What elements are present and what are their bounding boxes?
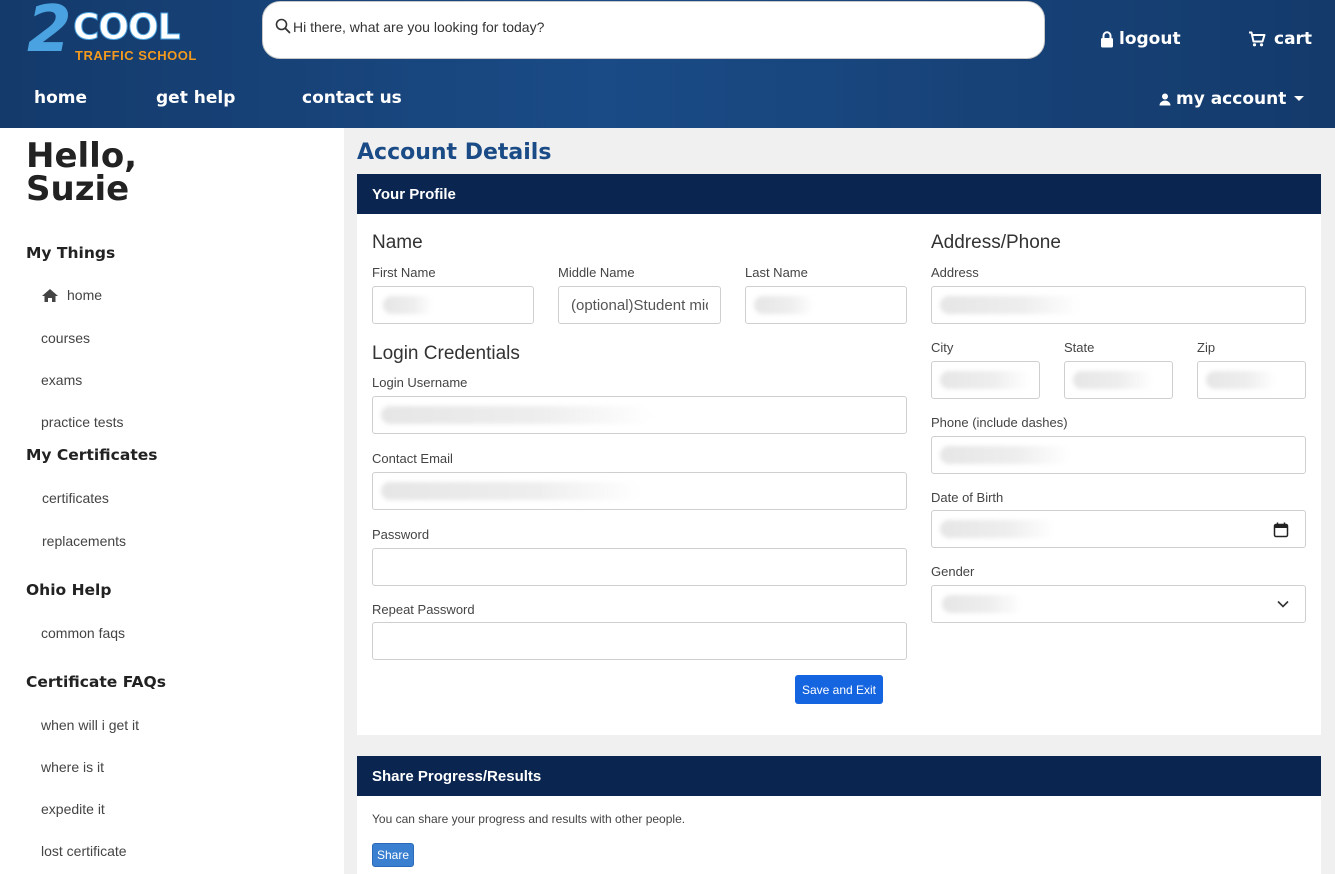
save-and-exit-button[interactable]: Save and Exit: [795, 675, 883, 704]
gender-label: Gender: [931, 564, 975, 579]
address-label: Address: [931, 265, 979, 280]
password-label: Password: [372, 527, 430, 542]
redacted-value: [942, 595, 1022, 613]
greeting: Hello, Suzie: [26, 139, 137, 209]
middle-name-field[interactable]: [558, 286, 721, 324]
dob-field[interactable]: [931, 510, 1306, 548]
name-section-title: Name: [372, 232, 423, 253]
sidebar-item-label: home: [67, 287, 103, 303]
logo-mark: 2: [27, 0, 72, 67]
first-name-field[interactable]: [372, 286, 534, 324]
middle-name-label: Middle Name: [558, 265, 635, 280]
logo-word: COOL: [73, 7, 182, 48]
state-label: State: [1064, 340, 1095, 355]
address-section-title: Address/Phone: [931, 232, 1061, 253]
cart-icon: [1249, 31, 1266, 47]
share-card-header: Share Progress/Results: [357, 756, 1321, 796]
middle-name-input[interactable]: [559, 287, 720, 323]
zip-label: Zip: [1197, 340, 1216, 355]
logo[interactable]: 2 COOL TRAFFIC SCHOOL: [27, 0, 202, 72]
last-name-label: Last Name: [745, 265, 808, 280]
redacted-value: [940, 520, 1055, 538]
search-input[interactable]: [293, 16, 993, 38]
caret-down-icon: [1294, 96, 1305, 101]
sidebar-item-practice-tests[interactable]: practice tests: [41, 414, 123, 430]
username-field[interactable]: [372, 396, 907, 434]
share-description: You can share your progress and results …: [372, 812, 686, 826]
nav-home[interactable]: home: [34, 88, 87, 108]
redacted-value: [940, 296, 1080, 314]
phone-field[interactable]: [931, 436, 1306, 474]
site-header: 2 COOL TRAFFIC SCHOOL logout cart home g…: [0, 0, 1335, 128]
login-section-title: Login Credentials: [372, 343, 520, 364]
dob-label: Date of Birth: [931, 490, 1004, 505]
my-account-menu[interactable]: my account: [1159, 88, 1305, 110]
state-field[interactable]: [1064, 361, 1173, 399]
sidebar-item-common-faqs[interactable]: common faqs: [41, 625, 125, 641]
sidebar-item-courses[interactable]: courses: [41, 330, 90, 346]
city-label: City: [931, 340, 954, 355]
sidebar-heading-my-things: My Things: [26, 244, 116, 262]
sidebar: Hello, Suzie My Things home courses exam…: [0, 128, 344, 874]
last-name-field[interactable]: [745, 286, 907, 324]
greeting-user-name: Suzie: [26, 169, 130, 209]
home-icon: [42, 288, 58, 302]
email-label: Contact Email: [372, 451, 453, 466]
search-bar[interactable]: [262, 1, 1045, 59]
logout-link[interactable]: logout: [1100, 28, 1181, 50]
redacted-value: [381, 406, 651, 424]
repeat-password-label: Repeat Password: [372, 602, 475, 617]
password-field[interactable]: [372, 548, 907, 586]
redacted-value: [1206, 371, 1276, 389]
sidebar-item-expedite-it[interactable]: expedite it: [41, 801, 105, 817]
page-title: Account Details: [357, 140, 552, 165]
calendar-icon[interactable]: [1273, 522, 1289, 538]
repeat-password-field[interactable]: [372, 622, 907, 660]
chevron-down-icon: [1277, 600, 1289, 608]
gender-select[interactable]: [931, 585, 1306, 623]
sidebar-item-where-is-it[interactable]: where is it: [41, 759, 104, 775]
redacted-value: [381, 482, 641, 500]
city-field[interactable]: [931, 361, 1040, 399]
share-card: Share Progress/Results You can share you…: [357, 756, 1321, 874]
cart-link[interactable]: cart: [1248, 28, 1312, 50]
username-label: Login Username: [372, 375, 468, 390]
logout-label: logout: [1119, 29, 1181, 49]
user-icon: [1159, 93, 1171, 105]
sidebar-item-certificates[interactable]: certificates: [42, 490, 109, 506]
logo-subtitle: TRAFFIC SCHOOL: [75, 48, 197, 63]
sidebar-item-exams[interactable]: exams: [41, 372, 82, 388]
email-field[interactable]: [372, 472, 907, 510]
sidebar-item-replacements[interactable]: replacements: [42, 533, 126, 549]
password-input[interactable]: [373, 549, 906, 585]
lock-icon: [1101, 30, 1113, 47]
phone-label: Phone (include dashes): [931, 415, 1068, 430]
sidebar-heading-my-certificates: My Certificates: [26, 446, 158, 464]
redacted-value: [754, 296, 814, 314]
profile-card-header: Your Profile: [357, 174, 1321, 214]
redacted-value: [940, 446, 1070, 464]
sidebar-item-home[interactable]: home: [41, 287, 102, 303]
redacted-value: [383, 296, 433, 314]
nav-get-help[interactable]: get help: [156, 88, 235, 108]
first-name-label: First Name: [372, 265, 436, 280]
search-icon: [275, 18, 291, 34]
sidebar-heading-certificate-faqs: Certificate FAQs: [26, 673, 166, 691]
cart-label: cart: [1274, 29, 1313, 49]
share-button[interactable]: Share: [372, 843, 414, 867]
redacted-value: [940, 371, 1030, 389]
zip-field[interactable]: [1197, 361, 1306, 399]
sidebar-item-lost-certificate[interactable]: lost certificate: [41, 843, 127, 859]
my-account-label: my account: [1176, 89, 1287, 109]
sidebar-item-when-will-i-get-it[interactable]: when will i get it: [41, 717, 139, 733]
redacted-value: [1073, 371, 1153, 389]
sidebar-heading-ohio-help: Ohio Help: [26, 581, 112, 599]
nav-contact-us[interactable]: contact us: [302, 88, 402, 108]
address-field[interactable]: [931, 286, 1306, 324]
repeat-password-input[interactable]: [373, 623, 906, 659]
